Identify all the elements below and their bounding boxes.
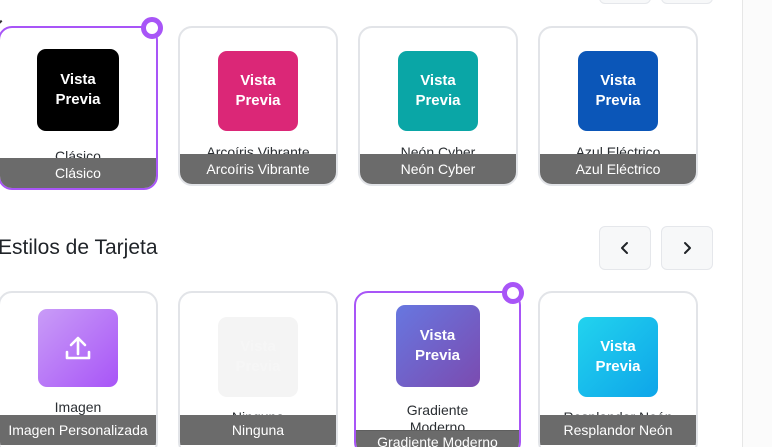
card-band-label: Resplandor Neón [540, 415, 696, 445]
card-band-label: Imagen Personalizada [0, 415, 156, 445]
card-band-label: Clásico [0, 158, 156, 188]
prev-button-top[interactable] [599, 0, 651, 4]
preview-swatch: Vista Previa [218, 317, 298, 397]
card-band-label: Ninguna [180, 415, 336, 445]
chevron-right-icon [684, 242, 691, 254]
preview-swatch: Vista Previa [395, 305, 480, 387]
style-card-resplandor-neon[interactable]: Vista Previa Resplandor Neón Resplandor … [538, 291, 698, 447]
selected-indicator [502, 282, 524, 304]
card-band-label: Neón Cyber [360, 154, 516, 184]
preview-label: Vista Previa [235, 338, 281, 375]
selected-indicator [141, 17, 163, 39]
theme-card-arcoiris[interactable]: Vista Previa Arcoíris Vibrante Arcoíris … [178, 26, 338, 186]
style-card-gradiente-moderno[interactable]: Vista Previa Gradiente Moderno Gradiente… [354, 291, 521, 447]
style-card-imagen-personalizada[interactable]: Imagen Personalizada Imagen Personalizad… [0, 291, 158, 447]
preview-swatch: Vista Previa [578, 51, 658, 131]
preview-label: Vista Previa [55, 71, 101, 108]
preview-swatch: Vista Previa [37, 49, 119, 131]
preview-swatch: Vista Previa [218, 51, 298, 131]
preview-label: Vista Previa [595, 338, 641, 375]
preview-label: Vista Previa [235, 72, 281, 109]
theme-card-azul-electrico[interactable]: Vista Previa Azul Eléctrico Azul Eléctri… [538, 26, 698, 186]
preview-swatch: Vista Previa [578, 317, 658, 397]
card-band-label: Gradiente Moderno [356, 430, 519, 447]
preview-label: Vista Previa [414, 327, 461, 364]
theme-card-clasico[interactable]: Vista Previa Clásico Clásico [0, 26, 158, 190]
prev-button[interactable] [599, 226, 651, 270]
upload-preview [38, 309, 118, 387]
preview-label: Vista Previa [595, 72, 641, 109]
theme-card-neon-cyber[interactable]: Vista Previa Neón Cyber Neón Cyber [358, 26, 518, 186]
preview-swatch: Vista Previa [398, 51, 478, 131]
section-title: Estilos de Tarjeta [0, 236, 158, 259]
next-button-top[interactable] [661, 0, 713, 4]
upload-icon [65, 336, 91, 360]
next-button[interactable] [661, 226, 713, 270]
card-band-label: Azul Eléctrico [540, 154, 696, 184]
scrollbar-track[interactable] [743, 0, 772, 447]
preview-label: Vista Previa [415, 72, 461, 109]
card-band-label: Arcoíris Vibrante [180, 154, 336, 184]
chevron-left-icon [621, 242, 628, 254]
style-card-ninguna[interactable]: Vista Previa Ninguna Ninguna [178, 291, 338, 447]
